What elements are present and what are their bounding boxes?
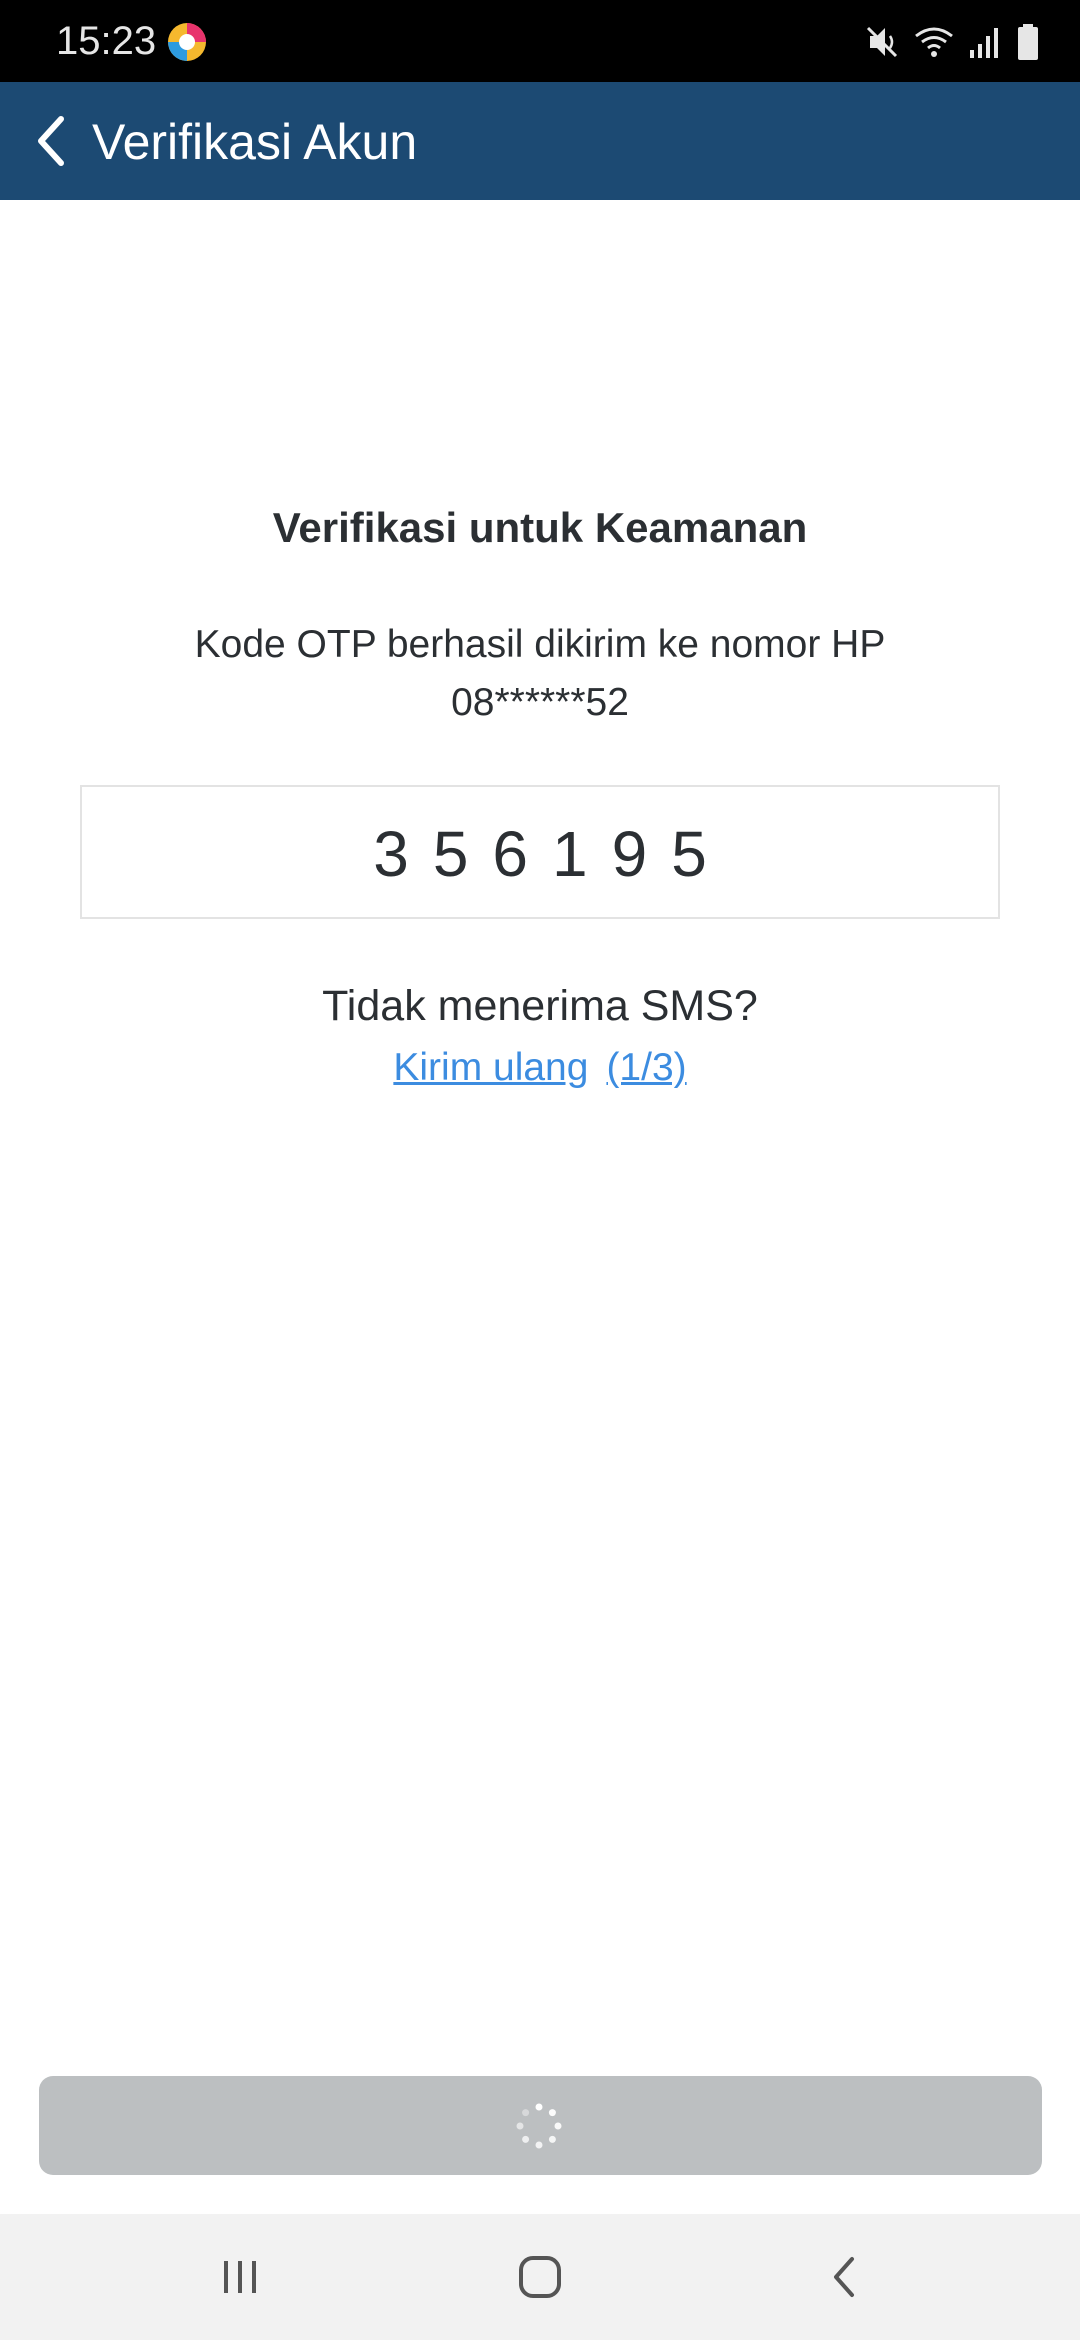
status-time: 15:23 xyxy=(56,19,157,63)
verification-headline: Verifikasi untuk Keamanan xyxy=(272,504,808,551)
app-bar: Verifikasi Akun xyxy=(0,82,1080,200)
navigation-bar xyxy=(0,2214,1080,2340)
home-button[interactable] xyxy=(500,2242,580,2312)
no-sms-text: Tidak menerima SMS? xyxy=(322,982,758,1030)
back-icon xyxy=(834,2257,854,2297)
resend-count[interactable]: (1/3) xyxy=(606,1046,686,1089)
home-icon xyxy=(519,2256,561,2298)
recent-apps-icon xyxy=(224,2261,256,2293)
recent-apps-button[interactable] xyxy=(200,2242,280,2312)
screen: 15:23 Verifikasi Akun Verifikasi untuk K… xyxy=(0,0,1080,2340)
otp-input[interactable]: 356195 xyxy=(80,785,1000,919)
signal-icon xyxy=(970,28,998,58)
resend-row: Kirim ulang (1/3) xyxy=(0,1040,1080,1096)
mute-icon xyxy=(866,26,898,58)
otp-message: Kode OTP berhasil dikirim ke nomor HP 08… xyxy=(140,616,940,732)
back-button[interactable] xyxy=(14,104,88,178)
battery-icon xyxy=(1018,24,1038,60)
chevron-left-icon xyxy=(38,116,64,166)
resend-link[interactable]: Kirim ulang xyxy=(393,1046,588,1089)
app-notification-icon xyxy=(168,23,206,61)
status-bar: 15:23 xyxy=(0,0,1080,82)
spinner-icon xyxy=(516,2103,562,2149)
page-title: Verifikasi Akun xyxy=(92,114,418,170)
status-icons xyxy=(866,20,1040,64)
otp-value: 356195 xyxy=(373,818,731,890)
masked-phone-number: 08******52 xyxy=(451,681,629,724)
wifi-icon xyxy=(915,27,953,57)
nav-back-button[interactable] xyxy=(804,2242,884,2312)
otp-message-line: Kode OTP berhasil dikirim ke nomor HP xyxy=(194,623,886,666)
